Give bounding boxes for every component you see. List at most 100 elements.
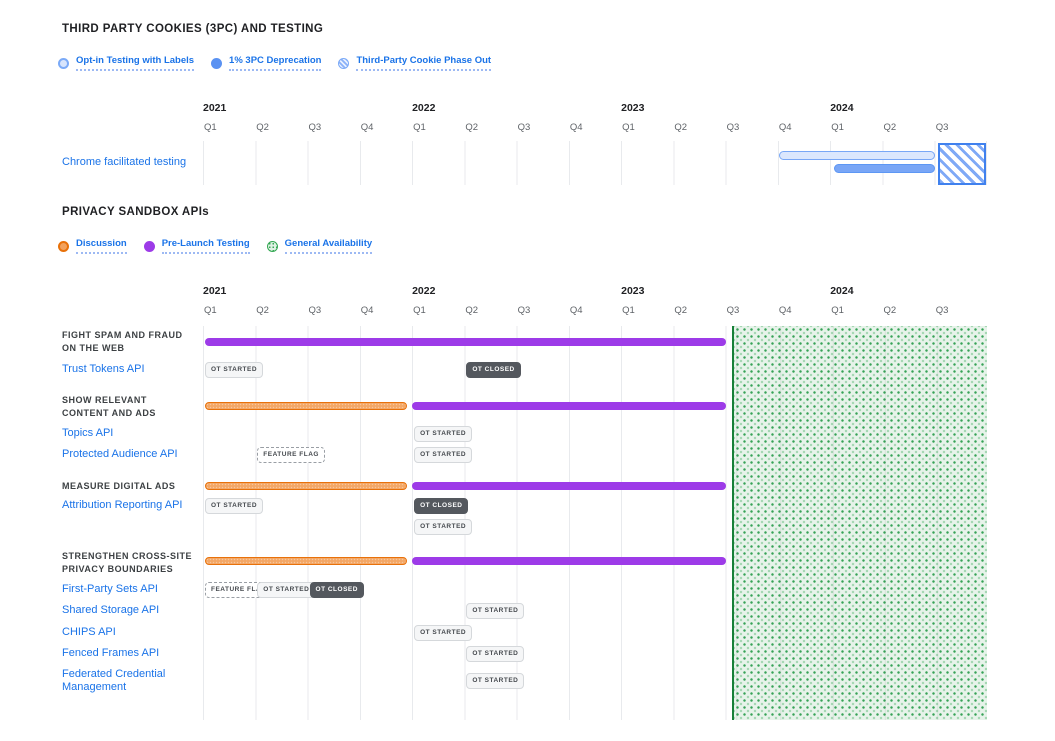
timeline-bar-blue-outline (779, 151, 935, 160)
quarter-label: Q2 (465, 305, 478, 316)
quarter-label: Q4 (361, 305, 374, 316)
legend-label[interactable]: Third-Party Cookie Phase Out (356, 55, 491, 71)
legend-apis: Discussion Pre-Launch Testing General Av… (58, 238, 372, 254)
quarter-label: Q2 (465, 122, 478, 133)
phase-bar-purple (205, 338, 726, 346)
quarter-label: Q1 (622, 305, 635, 316)
year-label: 2022 (412, 285, 435, 297)
quarter-label: Q4 (779, 305, 792, 316)
status-badge: OT CLOSED (466, 362, 520, 378)
status-badge: OT STARTED (466, 603, 524, 619)
quarter-label: Q3 (936, 122, 949, 133)
api-link[interactable]: Federated Credential Management (62, 668, 202, 693)
phase-bar-orange (205, 402, 407, 410)
legend-item-discussion[interactable]: Discussion (58, 238, 127, 254)
timeline-grid-3pc (203, 141, 987, 185)
phase-bar-orange (205, 482, 407, 490)
phase-bar-orange (205, 557, 407, 565)
year-label: 2023 (621, 285, 644, 297)
quarter-label: Q4 (779, 122, 792, 133)
phase-out-swatch-icon (338, 58, 349, 69)
api-link[interactable]: Protected Audience API (62, 448, 202, 461)
section-title-3pc: THIRD PARTY COOKIES (3PC) AND TESTING (62, 23, 323, 35)
status-badge: OT CLOSED (310, 582, 364, 598)
quarter-label: Q2 (674, 122, 687, 133)
legend-item-general-availability[interactable]: General Availability (267, 238, 372, 254)
status-badge: OT CLOSED (414, 498, 468, 514)
quarter-label: Q2 (256, 305, 269, 316)
quarter-label: Q2 (674, 305, 687, 316)
legend-item-prelaunch-testing[interactable]: Pre-Launch Testing (144, 238, 250, 254)
quarter-label: Q3 (727, 305, 740, 316)
year-label: 2021 (203, 285, 226, 297)
status-badge: OT STARTED (414, 426, 472, 442)
phase-bar-purple (412, 557, 726, 565)
group-label: STRENGTHEN CROSS-SITE PRIVACY BOUNDARIES (62, 550, 222, 576)
legend-item-opt-in-testing[interactable]: Opt-in Testing with Labels (58, 55, 194, 71)
api-link[interactable]: Shared Storage API (62, 604, 202, 617)
legend-label[interactable]: General Availability (285, 238, 372, 254)
legend-3pc: Opt-in Testing with Labels 1% 3PC Deprec… (58, 55, 491, 71)
quarter-label: Q1 (831, 305, 844, 316)
status-badge: OT STARTED (466, 646, 524, 662)
legend-label[interactable]: Discussion (76, 238, 127, 254)
quarter-label: Q3 (309, 122, 322, 133)
quarter-label: Q1 (204, 305, 217, 316)
status-badge: OT STARTED (414, 625, 472, 641)
legend-item-phase-out[interactable]: Third-Party Cookie Phase Out (338, 55, 491, 71)
prelaunch-swatch-icon (144, 241, 155, 252)
phase-bar-purple (412, 482, 726, 490)
status-badge: OT STARTED (205, 362, 263, 378)
api-link[interactable]: CHIPS API (62, 626, 202, 639)
legend-label[interactable]: Pre-Launch Testing (162, 238, 250, 254)
quarter-label: Q4 (570, 305, 583, 316)
quarter-label: Q1 (622, 122, 635, 133)
status-badge: OT STARTED (414, 519, 472, 535)
api-link[interactable]: Trust Tokens API (62, 363, 202, 376)
api-link[interactable]: Topics API (62, 427, 202, 440)
quarter-label: Q1 (413, 122, 426, 133)
group-label: FIGHT SPAM AND FRAUD ON THE WEB (62, 329, 222, 355)
status-badge: OT STARTED (205, 498, 263, 514)
year-label: 2024 (830, 102, 853, 114)
quarter-label: Q2 (256, 122, 269, 133)
year-label: 2024 (830, 285, 853, 297)
status-badge: OT STARTED (466, 673, 524, 689)
quarter-label: Q3 (518, 122, 531, 133)
year-label: 2023 (621, 102, 644, 114)
deprecation-swatch-icon (211, 58, 222, 69)
legend-item-1pc-deprecation[interactable]: 1% 3PC Deprecation (211, 55, 321, 71)
quarter-label: Q3 (309, 305, 322, 316)
quarter-label: Q1 (204, 122, 217, 133)
quarter-label: Q3 (518, 305, 531, 316)
discussion-swatch-icon (58, 241, 69, 252)
quarter-label: Q2 (883, 305, 896, 316)
privacy-sandbox-timeline-page: THIRD PARTY COOKIES (3PC) AND TESTING Op… (0, 0, 1055, 741)
api-link[interactable]: Attribution Reporting API (62, 499, 202, 512)
status-badge: FEATURE FLAG (257, 447, 325, 463)
timeline-bar-blue-hatched (938, 143, 986, 185)
general-availability-region (732, 326, 987, 720)
phase-bar-purple (412, 402, 726, 410)
quarter-label: Q3 (727, 122, 740, 133)
quarter-label: Q3 (936, 305, 949, 316)
opt-in-testing-swatch-icon (58, 58, 69, 69)
api-link[interactable]: First-Party Sets API (62, 583, 202, 596)
group-label: MEASURE DIGITAL ADS (62, 480, 222, 493)
timeline-row-label-chrome-facilitated-testing[interactable]: Chrome facilitated testing (62, 156, 186, 169)
quarter-label: Q1 (831, 122, 844, 133)
quarter-label: Q2 (883, 122, 896, 133)
group-label: SHOW RELEVANT CONTENT AND ADS (62, 394, 222, 420)
status-badge: OT STARTED (414, 447, 472, 463)
legend-label[interactable]: Opt-in Testing with Labels (76, 55, 194, 71)
status-badge: OT STARTED (257, 582, 315, 598)
quarter-label: Q4 (570, 122, 583, 133)
quarter-label: Q1 (413, 305, 426, 316)
api-link[interactable]: Fenced Frames API (62, 647, 202, 660)
year-label: 2021 (203, 102, 226, 114)
legend-label[interactable]: 1% 3PC Deprecation (229, 55, 321, 71)
year-label: 2022 (412, 102, 435, 114)
section-title-apis: PRIVACY SANDBOX APIs (62, 206, 209, 218)
general-availability-swatch-icon (267, 241, 278, 252)
timeline-bar-blue-solid (834, 164, 935, 173)
